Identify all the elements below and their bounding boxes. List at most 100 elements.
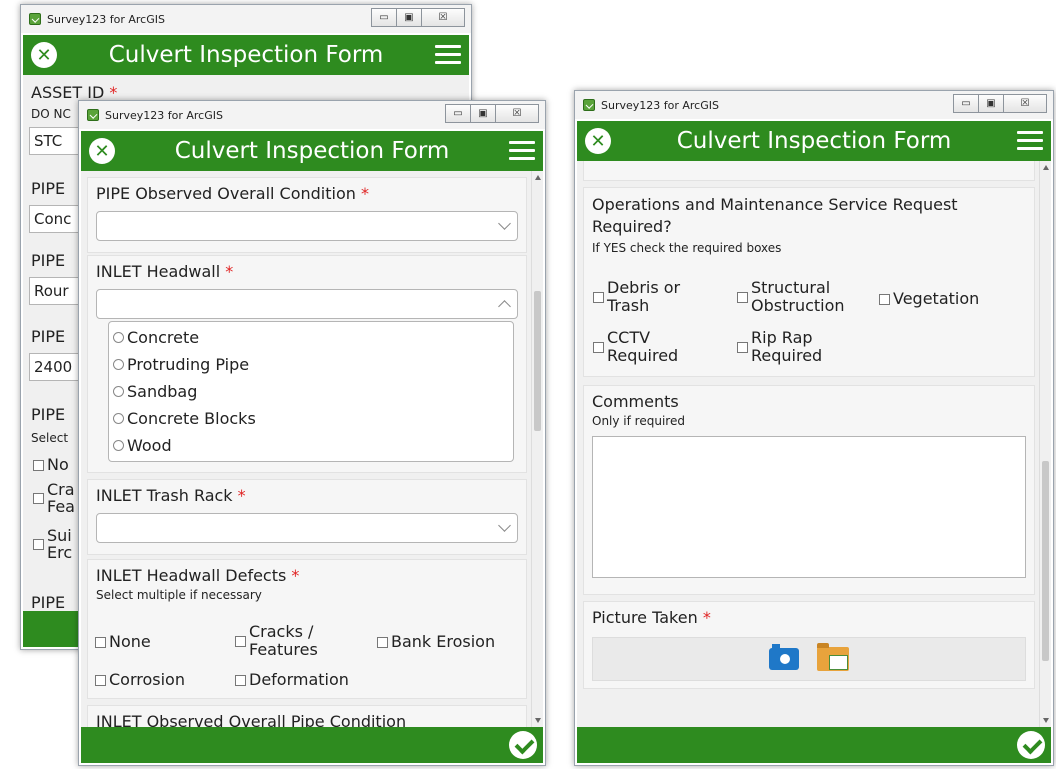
check-rip-rap-required[interactable]: Rip Rap Required	[737, 329, 822, 365]
survey123-app-icon	[29, 13, 41, 25]
maximize-button[interactable]: ▣	[396, 8, 422, 27]
window-controls: ▭ ▣ ☒	[371, 8, 465, 27]
form-footer	[577, 727, 1051, 763]
question-hint: Select multiple if necessary	[96, 588, 262, 602]
form-header: ✕ Culvert Inspection Form	[23, 35, 469, 75]
trash-rack-dropdown[interactable]	[96, 513, 518, 543]
option-concrete-blocks[interactable]: Concrete Blocks	[113, 405, 509, 432]
back-check-surface[interactable]: Sui Erc	[33, 527, 72, 561]
question-inlet-headwall: INLET Headwall * Concrete Protruding Pip…	[87, 255, 527, 473]
close-window-button[interactable]: ☒	[495, 104, 539, 123]
check-cctv-required[interactable]: CCTV Required	[593, 329, 678, 365]
option-concrete[interactable]: Concrete	[113, 324, 509, 351]
question-hint: Only if required	[592, 414, 685, 428]
chevron-down-icon	[498, 519, 511, 532]
question-label: Picture Taken *	[592, 608, 711, 627]
pipe-condition-dropdown[interactable]	[96, 211, 518, 241]
radio-icon	[113, 359, 124, 370]
check-vegetation[interactable]: Vegetation	[879, 290, 979, 308]
asset-id-hint: DO NC	[31, 107, 71, 121]
question-label: Comments	[592, 392, 679, 411]
form-header: ✕ Culvert Inspection Form	[81, 131, 543, 171]
check-corrosion[interactable]: Corrosion	[95, 671, 185, 689]
close-form-icon[interactable]: ✕	[585, 128, 611, 154]
question-inlet-pipe-condition: INLET Observed Overall Pipe Condition	[87, 705, 527, 727]
question-label: PIPE Observed Overall Condition *	[96, 184, 369, 203]
form-title: Culvert Inspection Form	[174, 138, 450, 164]
previous-question-end	[583, 161, 1035, 181]
radio-icon	[113, 386, 124, 397]
check-deformation[interactable]: Deformation	[235, 671, 349, 689]
radio-icon	[113, 413, 124, 424]
right-window: Survey123 for ArcGIS ▭ ▣ ☒ ✕ Culvert Ins…	[574, 90, 1054, 766]
window-title: Survey123 for ArcGIS	[47, 12, 165, 26]
question-pipe-condition: PIPE Observed Overall Condition *	[87, 177, 527, 253]
radio-icon	[113, 440, 124, 451]
scrollbar[interactable]	[531, 171, 543, 727]
menu-icon[interactable]	[509, 141, 535, 165]
scrollbar[interactable]	[1039, 161, 1051, 727]
close-window-button[interactable]: ☒	[421, 8, 465, 27]
menu-icon[interactable]	[435, 45, 461, 69]
question-label: INLET Headwall *	[96, 262, 234, 281]
question-comments: Comments Only if required	[583, 385, 1035, 595]
camera-icon[interactable]	[769, 644, 799, 670]
form-title: Culvert Inspection Form	[676, 128, 952, 154]
question-label: Operations and Maintenance Service Reque…	[592, 195, 958, 236]
option-wood[interactable]: Wood	[113, 432, 509, 459]
submit-check-icon[interactable]	[509, 731, 537, 759]
back-check-none[interactable]: No	[33, 456, 69, 474]
option-protruding-pipe[interactable]: Protruding Pipe	[113, 351, 509, 378]
submit-check-icon[interactable]	[1017, 731, 1045, 759]
close-form-icon[interactable]: ✕	[89, 138, 115, 164]
option-sandbag[interactable]: Sandbag	[113, 378, 509, 405]
window-title: Survey123 for ArcGIS	[601, 98, 719, 112]
folder-image-icon[interactable]	[817, 643, 849, 671]
chevron-up-icon	[498, 300, 511, 313]
check-cracks-features[interactable]: Cracks / Features	[235, 623, 318, 659]
form-header: ✕ Culvert Inspection Form	[577, 121, 1051, 161]
menu-icon[interactable]	[1017, 131, 1043, 155]
back-check-cracks[interactable]: Cra Fea	[33, 481, 75, 515]
comments-textarea[interactable]	[592, 436, 1026, 578]
form-footer	[81, 727, 543, 763]
form-body: Operations and Maintenance Service Reque…	[577, 161, 1051, 727]
pipe-material-label: PIPE	[31, 179, 66, 198]
window-title: Survey123 for ArcGIS	[105, 108, 223, 122]
middle-window: Survey123 for ArcGIS ▭ ▣ ☒ ✕ Culvert Ins…	[78, 100, 546, 766]
form-body: PIPE Observed Overall Condition * INLET …	[81, 171, 543, 727]
minimize-button[interactable]: ▭	[953, 94, 979, 113]
inlet-headwall-dropdown[interactable]	[96, 289, 518, 319]
pipe-defects-hint: Select	[31, 431, 69, 445]
inlet-headwall-options: Concrete Protruding Pipe Sandbag Concret…	[108, 321, 514, 462]
maximize-button[interactable]: ▣	[470, 104, 496, 123]
check-structural-obstruction[interactable]: Structural Obstruction	[737, 279, 845, 315]
survey123-app-icon	[87, 109, 99, 121]
media-picker	[592, 637, 1026, 681]
radio-icon	[113, 332, 124, 343]
title-bar: Survey123 for ArcGIS ▭ ▣ ☒	[21, 5, 471, 33]
check-none[interactable]: None	[95, 633, 151, 651]
window-controls: ▭ ▣ ☒	[445, 104, 539, 123]
pipe-defects-label: PIPE	[31, 405, 66, 424]
survey123-app-icon	[583, 99, 595, 111]
pipe-next-label: PIPE	[31, 593, 66, 611]
title-bar: Survey123 for ArcGIS ▭ ▣ ☒	[575, 91, 1053, 119]
pipe-size-label: PIPE	[31, 327, 66, 346]
check-debris-trash[interactable]: Debris or Trash	[593, 279, 680, 315]
question-hint: If YES check the required boxes	[592, 241, 782, 255]
pipe-shape-label: PIPE	[31, 251, 66, 270]
close-form-icon[interactable]: ✕	[31, 42, 57, 68]
minimize-button[interactable]: ▭	[445, 104, 471, 123]
question-picture-taken: Picture Taken *	[583, 601, 1035, 689]
maximize-button[interactable]: ▣	[978, 94, 1004, 113]
question-label: INLET Headwall Defects *	[96, 566, 300, 585]
form-title: Culvert Inspection Form	[108, 42, 384, 68]
minimize-button[interactable]: ▭	[371, 8, 397, 27]
question-inlet-trash-rack: INLET Trash Rack *	[87, 479, 527, 555]
check-bank-erosion[interactable]: Bank Erosion	[377, 633, 495, 651]
title-bar: Survey123 for ArcGIS ▭ ▣ ☒	[79, 101, 545, 129]
close-window-button[interactable]: ☒	[1003, 94, 1047, 113]
chevron-down-icon	[498, 217, 511, 230]
window-controls: ▭ ▣ ☒	[953, 94, 1047, 113]
